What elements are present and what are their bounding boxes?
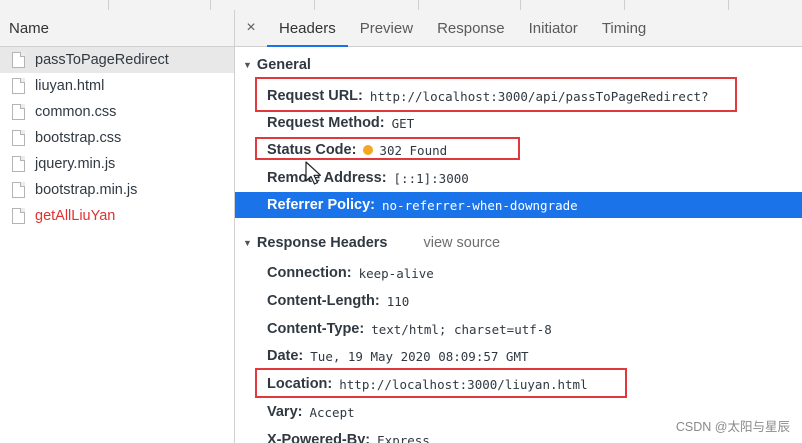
request-name: common.css [35, 104, 117, 120]
devtools-network-panel: Name passToPageRedirect liuyan.html comm… [0, 0, 802, 443]
document-icon [12, 182, 25, 198]
request-list: passToPageRedirect liuyan.html common.cs… [0, 47, 234, 229]
response-headers-section-toggle[interactable]: ▼ Response Headers view source [243, 233, 500, 253]
document-icon [12, 104, 25, 120]
close-icon[interactable]: × [235, 10, 267, 46]
header-value: keep-alive [358, 265, 434, 281]
request-row-jquery-min-js[interactable]: jquery.min.js [0, 151, 234, 177]
header-key: Referrer Policy: [267, 197, 375, 213]
header-row-remote-address: Remote Address: [::1]:3000 [267, 167, 469, 189]
request-name: passToPageRedirect [35, 52, 169, 68]
header-row-referrer-policy[interactable]: Referrer Policy: no-referrer-when-downgr… [235, 192, 802, 218]
header-value: [::1]:3000 [393, 170, 469, 186]
header-row-connection: Connection: keep-alive [267, 262, 434, 284]
document-icon [12, 208, 25, 224]
name-column-label: Name [9, 19, 50, 37]
header-row-x-powered-by: X-Powered-By: Express [267, 429, 430, 443]
request-name: jquery.min.js [35, 156, 116, 172]
tab-initiator[interactable]: Initiator [517, 10, 590, 46]
request-name: getAllLiuYan [35, 208, 116, 224]
view-source-link[interactable]: view source [423, 235, 500, 251]
tab-timing[interactable]: Timing [590, 10, 658, 46]
request-name: liuyan.html [35, 78, 105, 94]
header-value: Express [377, 432, 430, 443]
tab-preview[interactable]: Preview [348, 10, 425, 46]
header-key: Request Method: [267, 115, 385, 131]
collapse-triangle-icon: ▼ [243, 60, 252, 70]
header-value: Accept [309, 404, 355, 420]
mouse-cursor-icon [305, 161, 322, 185]
request-row-common-css[interactable]: common.css [0, 99, 234, 125]
annotation-box-status-code [255, 137, 520, 160]
watermark: CSDN @太阳与星辰 [675, 420, 790, 434]
header-row-request-method: Request Method: GET [267, 112, 414, 134]
general-section-title: General [256, 57, 311, 73]
header-row-content-length: Content-Length: 110 [267, 290, 409, 312]
header-row-content-type: Content-Type: text/html; charset=utf-8 [267, 318, 552, 340]
header-value: text/html; charset=utf-8 [371, 321, 552, 337]
request-row-passtopageredirect[interactable]: passToPageRedirect [0, 47, 234, 73]
collapse-triangle-icon: ▼ [243, 238, 252, 248]
header-value: GET [391, 115, 415, 131]
document-icon [12, 78, 25, 94]
header-value: no-referrer-when-downgrade [382, 197, 578, 213]
request-row-bootstrap-min-js[interactable]: bootstrap.min.js [0, 177, 234, 203]
header-key: Connection: [267, 265, 352, 281]
annotation-box-request-url [255, 77, 737, 112]
request-name: bootstrap.min.js [35, 182, 138, 198]
header-value: Tue, 19 May 2020 08:09:57 GMT [310, 348, 529, 364]
request-name: bootstrap.css [35, 130, 122, 146]
request-row-bootstrap-css[interactable]: bootstrap.css [0, 125, 234, 151]
header-key: Remote Address: [267, 170, 387, 186]
header-key: Content-Length: [267, 293, 380, 309]
document-icon [12, 130, 25, 146]
header-key: X-Powered-By: [267, 432, 371, 443]
response-headers-title: Response Headers [256, 235, 388, 251]
details-tabbar: × Headers Preview Response Initiator Tim… [235, 10, 802, 47]
request-row-getallliuyan[interactable]: getAllLiuYan [0, 203, 234, 229]
tab-response[interactable]: Response [425, 10, 517, 46]
header-value: 110 [386, 293, 410, 309]
tab-headers[interactable]: Headers [267, 10, 348, 47]
general-section-toggle[interactable]: ▼ General [243, 55, 311, 75]
header-row-date: Date: Tue, 19 May 2020 08:09:57 GMT [267, 345, 529, 367]
header-key: Content-Type: [267, 321, 365, 337]
header-key: Date: [267, 348, 304, 364]
request-row-liuyan-html[interactable]: liuyan.html [0, 73, 234, 99]
request-list-pane: Name passToPageRedirect liuyan.html comm… [0, 10, 235, 443]
name-column-header[interactable]: Name [0, 10, 234, 47]
header-key: Vary: [267, 404, 303, 420]
annotation-box-location [255, 368, 627, 398]
document-icon [12, 156, 25, 172]
document-icon [12, 52, 25, 68]
header-row-vary: Vary: Accept [267, 401, 355, 423]
